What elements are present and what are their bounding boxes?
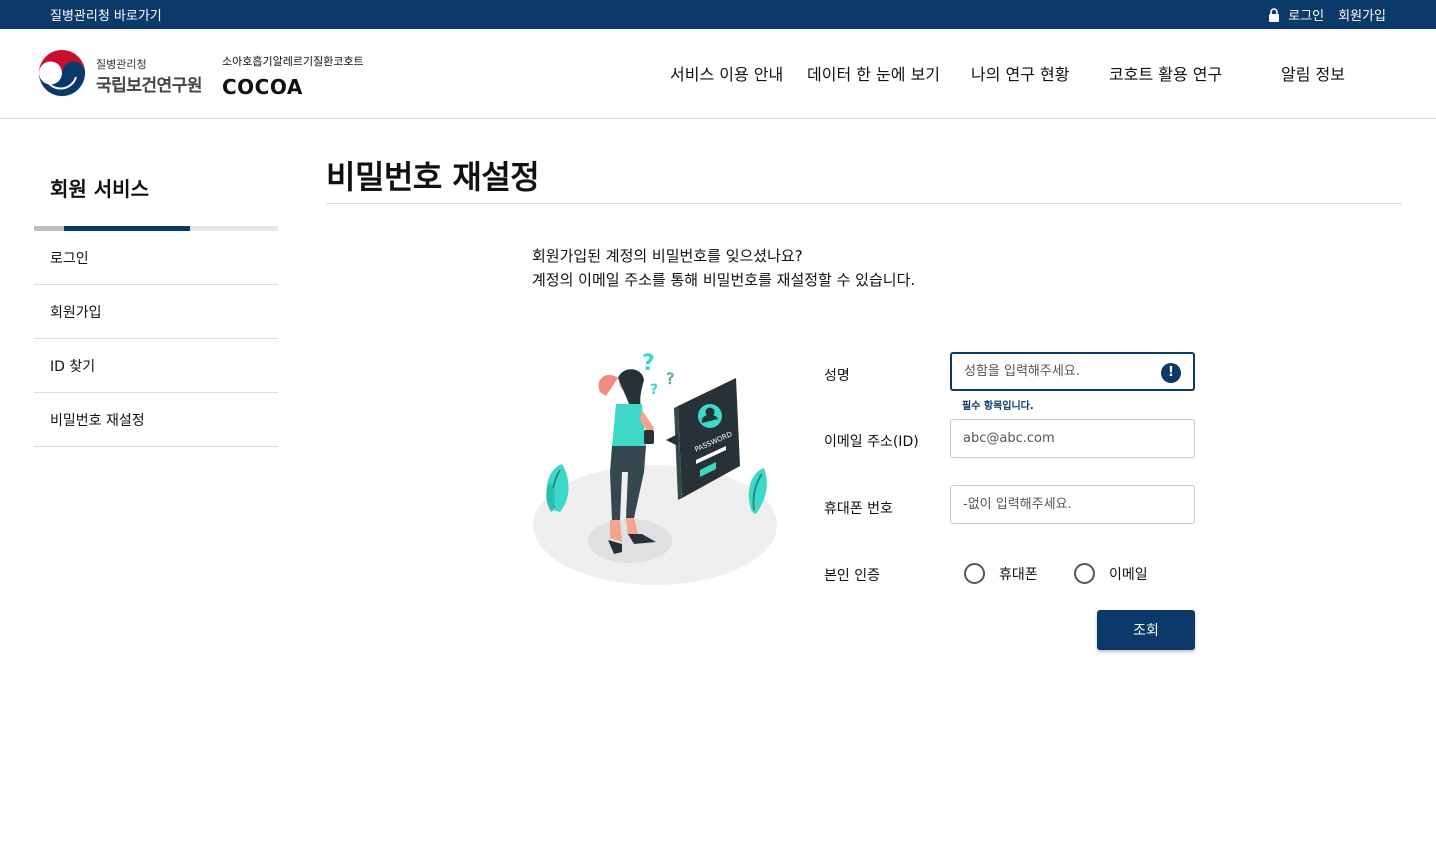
name-input[interactable] bbox=[952, 354, 1193, 389]
brand-logo-text[interactable]: COCOA bbox=[222, 75, 303, 99]
exclamation-icon: ! bbox=[1161, 363, 1181, 383]
radio-circle-phone[interactable] bbox=[964, 563, 985, 584]
name-label: 성명 bbox=[824, 368, 850, 384]
page-title: 비밀번호 재설정 bbox=[326, 158, 540, 196]
sidebar-item-join[interactable]: 회원가입 bbox=[34, 285, 278, 339]
nav-my-research[interactable]: 나의 연구 현황 bbox=[971, 61, 1070, 85]
institute-parent-name: 질병관리청 bbox=[96, 58, 147, 71]
email-input[interactable] bbox=[951, 420, 1194, 457]
phone-input[interactable] bbox=[951, 486, 1194, 523]
svg-text:?: ? bbox=[650, 382, 658, 398]
svg-text:?: ? bbox=[666, 369, 675, 388]
radio-circle-email[interactable] bbox=[1074, 563, 1095, 584]
utility-links: 로그인 회원가입 bbox=[1268, 5, 1386, 24]
phone-label: 휴대폰 번호 bbox=[824, 501, 893, 517]
sidebar-item-find-id[interactable]: ID 찾기 bbox=[34, 339, 278, 393]
top-utility-bar: 질병관리청 바로가기 로그인 회원가입 bbox=[0, 0, 1436, 29]
sidebar-item-reset-password[interactable]: 비밀번호 재설정 bbox=[34, 393, 278, 447]
phone-field-wrapper bbox=[950, 485, 1195, 524]
nav-cohort-research[interactable]: 코호트 활용 연구 bbox=[1109, 61, 1222, 85]
radio-label-phone: 휴대폰 bbox=[999, 566, 1038, 583]
radio-verify-phone[interactable]: 휴대폰 bbox=[964, 563, 1038, 584]
nav-notice[interactable]: 알림 정보 bbox=[1281, 61, 1345, 85]
cohort-name: 소아호흡기알레르기질환코호트 bbox=[222, 55, 364, 68]
nav-data-overview[interactable]: 데이터 한 눈에 보기 bbox=[807, 61, 940, 85]
name-required-message: 필수 항목입니다. bbox=[962, 401, 1034, 412]
intro-line-2: 계정의 이메일 주소를 통해 비밀번호를 재설정할 수 있습니다. bbox=[532, 271, 916, 289]
sidebar-menu: 로그인 회원가입 ID 찾기 비밀번호 재설정 bbox=[34, 231, 278, 447]
lock-icon bbox=[1269, 7, 1280, 22]
svg-text:?: ? bbox=[642, 351, 655, 376]
join-link[interactable]: 회원가입 bbox=[1338, 5, 1386, 24]
email-field-wrapper bbox=[950, 419, 1195, 458]
institute-name[interactable]: 국립보건연구원 bbox=[96, 71, 202, 96]
nav-service-guide[interactable]: 서비스 이용 안내 bbox=[670, 61, 783, 85]
email-label: 이메일 주소(ID) bbox=[824, 434, 919, 450]
name-field-wrapper: ! bbox=[950, 352, 1195, 391]
taegeuk-logo-icon[interactable] bbox=[36, 49, 88, 97]
login-link[interactable]: 로그인 bbox=[1288, 5, 1324, 24]
title-divider bbox=[326, 203, 1402, 204]
sidebar-item-login[interactable]: 로그인 bbox=[34, 231, 278, 285]
site-header: 질병관리청 국립보건연구원 소아호흡기알레르기질환코호트 COCOA 서비스 이… bbox=[0, 29, 1436, 119]
forgot-password-illustration: PASSWORD ? ? ? bbox=[533, 351, 777, 585]
sidebar-title: 회원 서비스 bbox=[50, 177, 149, 201]
radio-label-email: 이메일 bbox=[1109, 566, 1148, 583]
search-submit-button[interactable]: 조회 bbox=[1097, 610, 1195, 650]
radio-verify-email[interactable]: 이메일 bbox=[1074, 563, 1148, 584]
kdca-shortcut-link[interactable]: 질병관리청 바로가기 bbox=[50, 5, 162, 24]
intro-text: 회원가입된 계정의 비밀번호를 잊으셨나요? 계정의 이메일 주소를 통해 비밀… bbox=[532, 244, 915, 292]
verification-label: 본인 인증 bbox=[824, 568, 880, 584]
intro-line-1: 회원가입된 계정의 비밀번호를 잊으셨나요? bbox=[532, 247, 803, 265]
